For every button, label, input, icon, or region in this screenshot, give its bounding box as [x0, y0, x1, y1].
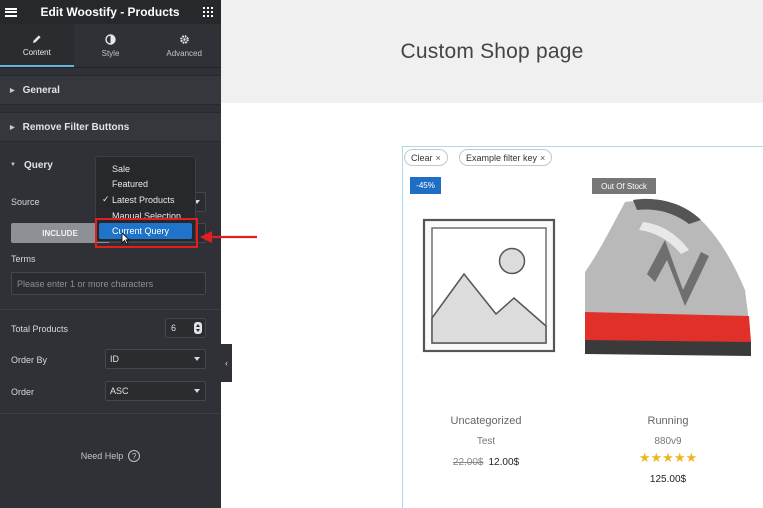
star-rating-icon: ★★★★★	[638, 450, 698, 465]
need-help-link[interactable]: Need Help ?	[0, 450, 221, 462]
pencil-icon	[32, 32, 42, 45]
product-price: 22.00$ 12.00$	[416, 457, 556, 468]
red-arrow-icon	[200, 231, 257, 243]
close-icon[interactable]: ×	[540, 153, 545, 163]
preview-header: Custom Shop page	[221, 0, 763, 103]
product-category: Running	[647, 415, 689, 427]
product-price: 125.00$	[598, 474, 738, 485]
source-label: Source	[11, 197, 40, 207]
caret-right-icon: ▶	[10, 124, 15, 131]
option-label: Sale	[112, 163, 131, 174]
order-by-label: Order By	[11, 355, 48, 365]
chevron-left-icon: ‹	[225, 358, 228, 368]
tab-style-label: Style	[101, 49, 120, 58]
editor-panel: Edit Woostify - Products Content Style A…	[0, 0, 221, 508]
dropdown-option-sale[interactable]: Sale	[96, 161, 195, 177]
terms-placeholder: Please enter 1 or more characters	[17, 278, 154, 289]
tab-content-label: Content	[22, 48, 51, 57]
total-products-value: 6	[171, 323, 177, 333]
tab-advanced-label: Advanced	[166, 49, 202, 58]
total-products-input[interactable]: 6	[165, 318, 206, 338]
order-select[interactable]: ASC	[105, 381, 206, 401]
checkmark-icon: ✓	[102, 194, 110, 205]
chevron-down-icon	[194, 357, 200, 361]
stepper-icon[interactable]	[194, 322, 202, 334]
tab-advanced[interactable]: Advanced	[147, 24, 221, 67]
chevron-down-icon	[194, 389, 200, 393]
terms-input[interactable]: Please enter 1 or more characters	[11, 272, 206, 295]
section-general[interactable]: ▶ General	[0, 75, 221, 105]
product-image-placeholder[interactable]	[410, 200, 560, 370]
terms-label: Terms	[11, 254, 36, 264]
total-products-label: Total Products	[11, 324, 69, 334]
product-name[interactable]: Test	[416, 436, 556, 447]
panel-title: Edit Woostify - Products	[40, 5, 180, 19]
panel-tabs: Content Style Advanced	[0, 24, 221, 68]
section-query-label: Query	[23, 159, 53, 171]
highlight-box	[95, 218, 198, 248]
order-by-value: ID	[110, 354, 119, 364]
divider	[0, 309, 221, 310]
product-name[interactable]: 880v9	[598, 436, 738, 447]
mouse-cursor-icon	[121, 232, 130, 248]
filter-chip-example[interactable]: Example filter key ×	[459, 149, 553, 166]
gear-icon	[179, 33, 190, 46]
sale-badge: -45%	[410, 177, 441, 194]
product-image-shoe[interactable]	[585, 194, 751, 360]
order-by-select[interactable]: ID	[105, 349, 206, 369]
divider	[0, 413, 221, 414]
option-label: Featured	[112, 179, 149, 190]
dropdown-option-featured[interactable]: Featured	[96, 177, 195, 193]
filter-chip-clear[interactable]: Clear ×	[404, 149, 448, 166]
option-label: Latest Products	[112, 194, 175, 205]
product-category: Uncategorized	[450, 415, 522, 427]
close-icon[interactable]: ×	[436, 153, 441, 163]
need-help-label: Need Help	[80, 451, 124, 461]
caret-right-icon: ▶	[10, 87, 15, 94]
filter-chip-label: Clear	[411, 152, 433, 163]
contrast-icon	[105, 33, 116, 46]
panel-header: Edit Woostify - Products	[0, 0, 221, 24]
regular-price: 125.00$	[649, 474, 687, 485]
panel-collapse-toggle[interactable]: ‹	[221, 344, 232, 382]
tab-style[interactable]: Style	[74, 24, 148, 67]
old-price: 22.00$	[452, 457, 484, 468]
caret-down-icon: ▼	[10, 162, 16, 168]
section-remove-filter-buttons[interactable]: ▶ Remove Filter Buttons	[0, 112, 221, 142]
sale-price: 12.00$	[488, 457, 520, 468]
out-of-stock-badge: Out Of Stock	[592, 178, 656, 194]
section-remove-filter-label: Remove Filter Buttons	[22, 121, 130, 133]
hamburger-icon[interactable]	[5, 7, 17, 17]
order-value: ASC	[110, 386, 129, 396]
order-label: Order	[11, 387, 35, 397]
section-general-label: General	[22, 84, 60, 96]
widgets-grid-icon[interactable]	[203, 7, 213, 17]
page-title: Custom Shop page	[400, 39, 584, 63]
filter-chip-label: Example filter key	[466, 152, 538, 163]
dropdown-option-latest-products[interactable]: ✓ Latest Products	[96, 192, 195, 208]
tab-content[interactable]: Content	[0, 24, 74, 67]
help-icon: ?	[128, 450, 141, 462]
